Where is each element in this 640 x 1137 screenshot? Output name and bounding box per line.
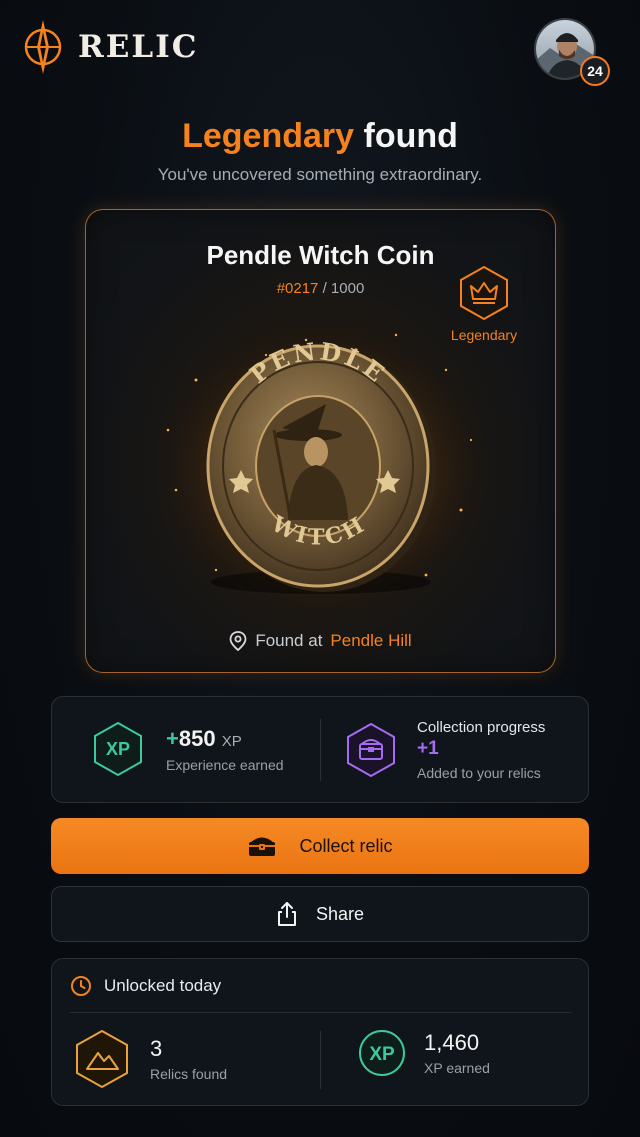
profile-avatar-button[interactable]: 24 bbox=[534, 18, 610, 86]
xp-total: 1,460 bbox=[424, 1030, 480, 1055]
collection-title: Collection progress bbox=[417, 719, 546, 736]
xp-reward: XP +850 XP Experience earned bbox=[92, 721, 284, 777]
collection-caption: Added to your relics bbox=[417, 765, 541, 781]
compass-logo-icon bbox=[24, 20, 62, 74]
relic-card: Pendle Witch Coin #0217 / 1000 Legendary bbox=[85, 209, 556, 673]
xp-unit: XP bbox=[221, 732, 242, 750]
unlocked-today-header: Unlocked today bbox=[70, 975, 221, 997]
share-icon bbox=[277, 902, 296, 926]
relics-count: 3 bbox=[150, 1036, 163, 1061]
mountain-icon bbox=[76, 1029, 128, 1089]
brand-name: RELIC bbox=[78, 29, 199, 65]
rewards-panel: XP +850 XP Experience earned Collection … bbox=[51, 696, 589, 803]
chest-hex-icon bbox=[347, 722, 395, 778]
found-place-link[interactable]: Pendle Hill bbox=[330, 631, 411, 651]
page-subtitle: You've uncovered something extraordinary… bbox=[157, 165, 483, 184]
location-pin-icon bbox=[229, 631, 247, 651]
collection-reward: Collection progress +1 Added to your rel… bbox=[345, 719, 545, 781]
collect-label: Collect relic bbox=[299, 835, 393, 856]
xp-amount: +850 XP bbox=[166, 726, 284, 752]
coin-image: PENDLE WITCH bbox=[156, 320, 486, 610]
found-location: Found at Pendle Hill bbox=[86, 631, 555, 651]
xp-hex-icon: XP bbox=[94, 721, 142, 777]
clock-icon bbox=[71, 976, 91, 996]
xp-plus: + bbox=[166, 725, 179, 751]
share-button[interactable]: Share bbox=[51, 886, 589, 942]
level-badge: 24 bbox=[580, 56, 610, 86]
xp-earned-label: XP earned bbox=[424, 1060, 490, 1076]
crown-icon bbox=[460, 265, 508, 321]
xp-value: 850 bbox=[178, 725, 216, 751]
divider bbox=[320, 1031, 321, 1089]
divider bbox=[70, 1012, 572, 1013]
brand-logo[interactable]: RELIC bbox=[18, 18, 198, 76]
page-title: Legendary found bbox=[0, 117, 640, 156]
share-label: Share bbox=[315, 903, 365, 924]
relics-label: Relics found bbox=[150, 1066, 228, 1082]
relics-found-stat: 3 Relics found bbox=[74, 1029, 227, 1089]
collection-value: +1 bbox=[417, 738, 439, 759]
app-header: RELIC 24 bbox=[0, 0, 640, 100]
xp-earned-stat: XP 1,460 XP earned bbox=[358, 1029, 490, 1077]
xp-caption: Experience earned bbox=[166, 756, 284, 773]
found-prefix: Found at bbox=[255, 631, 323, 650]
xp-icon-label: XP bbox=[106, 739, 130, 759]
unlocked-today-title: Unlocked today bbox=[104, 976, 222, 995]
title-accent: Legendary bbox=[182, 117, 355, 155]
collect-relic-button[interactable]: Collect relic bbox=[51, 818, 589, 874]
serial-total: / 1000 bbox=[322, 280, 365, 297]
divider bbox=[320, 719, 321, 781]
serial-number: #0217 bbox=[276, 280, 319, 297]
xp-icon-label: XP bbox=[369, 1044, 395, 1065]
chest-icon bbox=[249, 837, 276, 856]
xp-circle-icon: XP bbox=[359, 1030, 405, 1076]
title-rest: found bbox=[363, 117, 458, 155]
unlocked-today-panel: Unlocked today 3 Relics found XP 1,460 X… bbox=[51, 958, 589, 1106]
